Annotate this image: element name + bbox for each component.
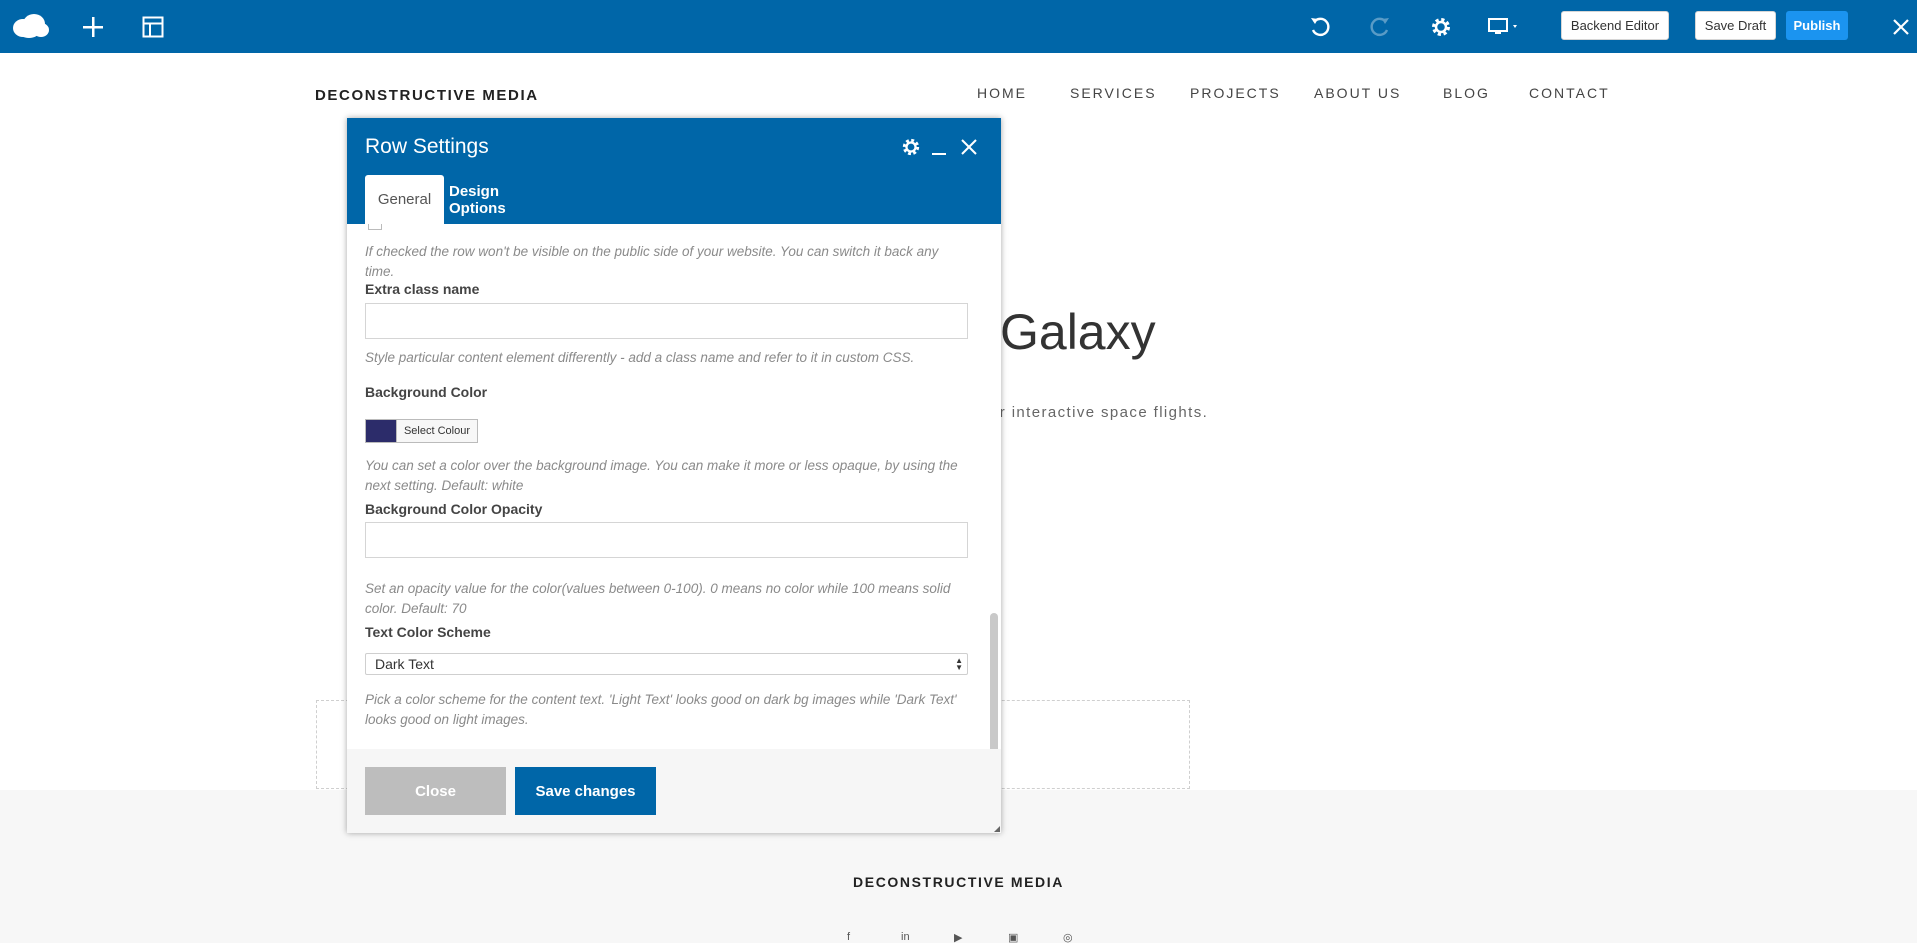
tab-design-options[interactable]: Design Options bbox=[449, 175, 559, 224]
text-color-scheme-select[interactable]: Dark Text ▲ ▼ bbox=[365, 653, 968, 675]
close-icon[interactable] bbox=[1890, 0, 1912, 53]
extra-class-input[interactable] bbox=[365, 303, 968, 339]
text-color-scheme-value: Dark Text bbox=[375, 656, 434, 672]
undo-icon[interactable] bbox=[1307, 0, 1333, 53]
gear-icon[interactable] bbox=[901, 137, 921, 162]
hide-row-checkbox[interactable] bbox=[368, 224, 382, 230]
hero-title: Galaxy bbox=[1000, 304, 1156, 360]
footer-logo: DECONSTRUCTIVE MEDIA bbox=[853, 874, 1064, 890]
dialog-header[interactable]: Row Settings General Design Options bbox=[347, 118, 1001, 224]
dialog-scrollbar[interactable] bbox=[990, 613, 998, 755]
tab-general[interactable]: General bbox=[365, 175, 444, 224]
bg-opacity-input[interactable] bbox=[365, 522, 968, 558]
nav-services[interactable]: SERVICES bbox=[1070, 85, 1157, 101]
nav-projects[interactable]: PROJECTS bbox=[1190, 85, 1281, 101]
hero-subtitle: ur interactive space flights. bbox=[990, 404, 1209, 421]
save-changes-button[interactable]: Save changes bbox=[515, 767, 656, 815]
add-icon[interactable] bbox=[80, 0, 106, 53]
instagram-icon[interactable]: ◎ bbox=[1063, 931, 1073, 944]
resize-handle[interactable] bbox=[994, 826, 1000, 832]
dialog-title: Row Settings bbox=[365, 135, 489, 158]
nav-about-us[interactable]: ABOUT US bbox=[1314, 85, 1401, 101]
backend-editor-button[interactable]: Backend Editor bbox=[1561, 11, 1669, 40]
bg-opacity-help: Set an opacity value for the color(value… bbox=[365, 581, 951, 616]
nav-blog[interactable]: BLOG bbox=[1443, 85, 1490, 101]
redo-icon[interactable] bbox=[1367, 0, 1393, 53]
background-color-swatch[interactable] bbox=[365, 419, 397, 443]
dialog-body: If checked the row won't be visible on t… bbox=[347, 224, 1001, 749]
desktop-view-icon[interactable] bbox=[1487, 0, 1523, 53]
text-color-scheme-help: Pick a color scheme for the content text… bbox=[365, 692, 957, 727]
close-button[interactable]: Close bbox=[365, 767, 506, 815]
vimeo-icon[interactable]: ▣ bbox=[1008, 931, 1018, 944]
save-draft-button[interactable]: Save Draft bbox=[1695, 11, 1776, 40]
layout-icon[interactable] bbox=[140, 0, 166, 53]
text-color-scheme-label: Text Color Scheme bbox=[365, 624, 491, 640]
nav-home[interactable]: HOME bbox=[977, 85, 1027, 101]
dialog-footer: Close Save changes bbox=[347, 749, 1001, 833]
cloud-logo-icon[interactable] bbox=[12, 0, 50, 53]
select-colour-button[interactable]: Select Colour bbox=[397, 419, 478, 443]
background-color-help: You can set a color over the background … bbox=[365, 458, 958, 493]
gear-icon[interactable] bbox=[1428, 0, 1454, 53]
select-arrows-icon: ▲ ▼ bbox=[955, 656, 963, 672]
facebook-icon[interactable]: f bbox=[847, 931, 850, 943]
linkedin-icon[interactable]: in bbox=[901, 931, 910, 943]
site-logo[interactable]: DECONSTRUCTIVE MEDIA bbox=[315, 87, 539, 104]
youtube-icon[interactable]: ▶ bbox=[954, 931, 962, 944]
editor-toolbar: Backend Editor Save Draft Publish bbox=[0, 0, 1917, 53]
background-color-label: Background Color bbox=[365, 384, 488, 400]
nav-contact[interactable]: CONTACT bbox=[1529, 85, 1610, 101]
close-icon[interactable] bbox=[961, 139, 977, 160]
row-settings-dialog: Row Settings General Design Options If c… bbox=[347, 118, 1001, 833]
extra-class-help: Style particular content element differe… bbox=[365, 350, 915, 365]
bg-opacity-label: Background Color Opacity bbox=[365, 501, 543, 517]
publish-button[interactable]: Publish bbox=[1786, 11, 1848, 40]
minimize-icon[interactable] bbox=[931, 137, 947, 162]
hide-row-help: If checked the row won't be visible on t… bbox=[365, 244, 939, 279]
extra-class-label: Extra class name bbox=[365, 281, 480, 297]
